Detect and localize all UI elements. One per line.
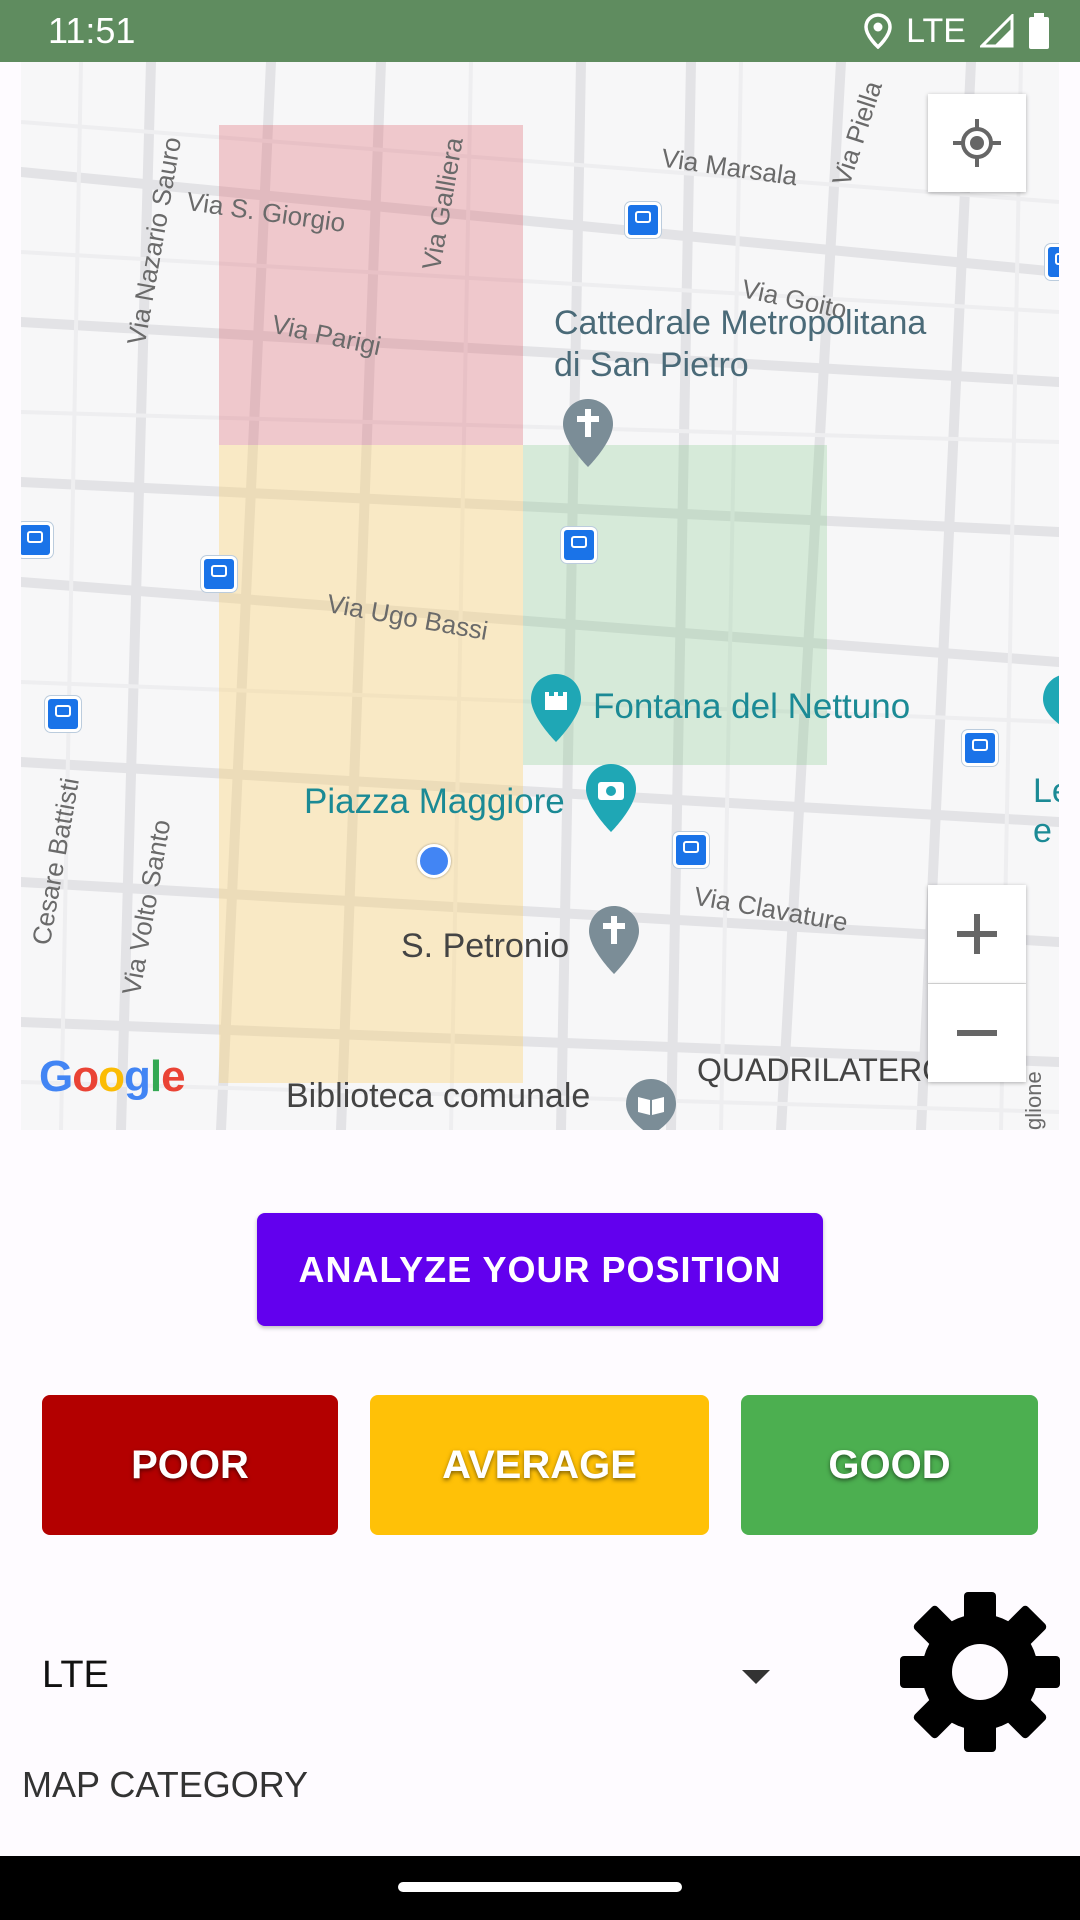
camera-pin-icon[interactable] — [584, 762, 638, 834]
poi-petronio[interactable]: S. Petronio — [401, 927, 569, 966]
bus-stop-icon[interactable] — [561, 527, 597, 563]
status-bar: 11:51 LTE — [0, 0, 1080, 62]
bus-stop-icon[interactable] — [21, 522, 53, 558]
network-type-value: LTE — [42, 1654, 109, 1696]
analyze-position-button[interactable]: ANALYZE YOUR POSITION — [257, 1213, 823, 1326]
home-gesture-handle[interactable] — [398, 1882, 682, 1892]
poi-cattedrale[interactable]: Cattedrale Metropolitana di San Pietro — [554, 302, 926, 386]
bus-stop-icon[interactable] — [45, 696, 81, 732]
average-button[interactable]: AVERAGE — [370, 1395, 709, 1535]
monument-pin-icon[interactable] — [529, 672, 583, 744]
zone-poor — [219, 125, 523, 445]
library-pin-icon[interactable] — [624, 1077, 678, 1130]
monument-pin-icon[interactable] — [1041, 672, 1059, 732]
bus-stop-icon[interactable] — [673, 832, 709, 868]
status-time: 11:51 — [48, 10, 136, 51]
bus-stop-icon[interactable] — [201, 556, 237, 592]
poi-fontana[interactable]: Fontana del Nettuno — [593, 687, 910, 727]
settings-gear-icon[interactable] — [898, 1590, 1062, 1754]
poi-biblioteca[interactable]: Biblioteca comunale — [286, 1077, 590, 1116]
church-pin-icon[interactable] — [561, 397, 615, 469]
zoom-in-button[interactable] — [928, 885, 1026, 984]
good-button[interactable]: GOOD — [741, 1395, 1038, 1535]
map-category-label: MAP CATEGORY — [22, 1764, 309, 1805]
network-type: LTE — [906, 11, 966, 50]
district-label: QUADRILATERO — [697, 1052, 948, 1088]
google-logo: Google — [39, 1052, 186, 1101]
map-view[interactable]: Via S. Giorgio Via Galliera Via Parigi V… — [21, 62, 1059, 1130]
minus-icon — [957, 1030, 997, 1036]
navigation-bar — [0, 1856, 1080, 1920]
poi-edge: Le — [1033, 772, 1059, 810]
current-location-dot — [417, 844, 451, 878]
status-icons: LTE — [864, 8, 1050, 54]
church-pin-icon[interactable] — [587, 904, 641, 976]
my-location-button[interactable] — [928, 94, 1026, 192]
network-type-select[interactable]: LTE — [42, 1640, 782, 1710]
zone-average — [219, 445, 523, 1083]
zoom-out-button[interactable] — [928, 984, 1026, 1082]
dropdown-arrow-icon — [742, 1670, 770, 1684]
bus-stop-icon[interactable] — [625, 202, 661, 238]
bus-stop-icon[interactable] — [1045, 244, 1059, 280]
plus-icon — [957, 914, 997, 954]
poi-piazza[interactable]: Piazza Maggiore — [304, 782, 565, 822]
signal-icon — [980, 14, 1014, 48]
location-icon — [864, 13, 892, 49]
battery-icon — [1029, 13, 1049, 49]
poor-button[interactable]: POOR — [42, 1395, 338, 1535]
poi-edge: e — [1033, 812, 1052, 850]
bus-stop-icon[interactable] — [962, 730, 998, 766]
my-location-icon — [953, 119, 1001, 167]
